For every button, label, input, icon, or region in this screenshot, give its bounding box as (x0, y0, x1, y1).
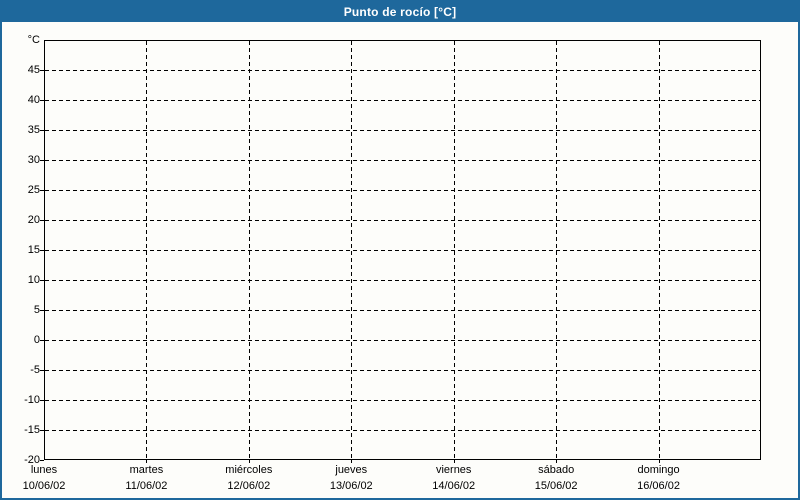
y-gridline (45, 160, 760, 161)
y-axis-tick (40, 460, 44, 461)
y-gridline (45, 190, 760, 191)
y-gridline (45, 130, 760, 131)
x-axis-date-label: 15/06/02 (534, 480, 578, 492)
y-axis-tick-label: 25 (27, 184, 40, 196)
y-gridline (45, 100, 760, 101)
y-gridline (45, 370, 760, 371)
x-gridline (351, 41, 353, 459)
x-axis-date-label: 13/06/02 (329, 480, 373, 492)
x-axis-date-label: 16/06/02 (637, 480, 680, 492)
x-axis-day-label: jueves (335, 464, 368, 476)
y-axis-tick (40, 160, 44, 161)
y-axis-tick-label: -10 (24, 394, 40, 406)
x-axis-date-label: 10/06/02 (22, 480, 66, 492)
x-axis-day-label: lunes (30, 464, 58, 476)
y-gridline (45, 310, 760, 311)
y-axis-tick-label: -5 (30, 364, 40, 376)
x-axis-date-label: 14/06/02 (432, 480, 476, 492)
y-axis-tick (40, 220, 44, 221)
plot-area (44, 40, 761, 460)
x-axis-tick (658, 459, 660, 463)
x-gridline (453, 41, 455, 459)
y-axis-tick-label: 15 (27, 244, 40, 256)
x-gridline (146, 41, 148, 459)
x-axis-tick (453, 459, 455, 463)
y-gridline (45, 70, 760, 71)
y-axis-unit-label: °C (27, 34, 40, 46)
y-gridline (45, 340, 760, 341)
y-axis-tick (40, 70, 44, 71)
y-gridline (45, 430, 760, 431)
x-axis-date-label: 12/06/02 (227, 480, 271, 492)
y-axis-tick (40, 370, 44, 371)
x-axis-tick (248, 459, 250, 463)
y-axis-tick (40, 130, 44, 131)
y-axis-tick-label: 45 (27, 64, 40, 76)
y-axis-tick (40, 190, 44, 191)
x-axis-day-label: martes (129, 464, 164, 476)
x-axis-day-label: sábado (538, 464, 575, 476)
y-axis-tick (40, 280, 44, 281)
x-gridline (658, 41, 660, 459)
x-gridline (248, 41, 250, 459)
x-axis-day-label: viernes (435, 464, 472, 476)
x-gridline (556, 41, 558, 459)
x-axis-day-label: miércoles (225, 464, 273, 476)
y-axis-tick (40, 340, 44, 341)
chart-window: Punto de rocío [°C] 45 40 35 30 25 20 15 10 5 0 -5… (0, 0, 800, 500)
y-axis-tick-label: 35 (27, 124, 40, 136)
y-gridline (45, 220, 760, 221)
y-gridline (45, 250, 760, 251)
y-gridline (45, 280, 760, 281)
y-axis-tick (40, 100, 44, 101)
x-axis-tick (146, 459, 148, 463)
y-axis-tick (40, 310, 44, 311)
y-axis-tick-label: 0 (33, 334, 40, 346)
x-axis-date-label: 11/06/02 (125, 480, 168, 492)
y-gridline (45, 400, 760, 401)
x-axis-tick (351, 459, 353, 463)
y-axis-tick-label: -15 (24, 424, 40, 436)
y-axis-tick (40, 250, 44, 251)
y-axis-tick (40, 430, 44, 431)
y-axis-tick-label: 40 (27, 94, 40, 106)
y-axis-tick-label: 10 (27, 274, 40, 286)
y-axis-tick-label: 20 (27, 214, 40, 226)
y-axis-tick (40, 400, 44, 401)
y-axis-tick-label: 5 (33, 304, 40, 316)
y-axis-tick-label: 30 (27, 154, 40, 166)
x-axis-day-label: domingo (637, 464, 680, 476)
chart-title: Punto de rocío [°C] (2, 2, 798, 22)
x-axis-tick (556, 459, 558, 463)
